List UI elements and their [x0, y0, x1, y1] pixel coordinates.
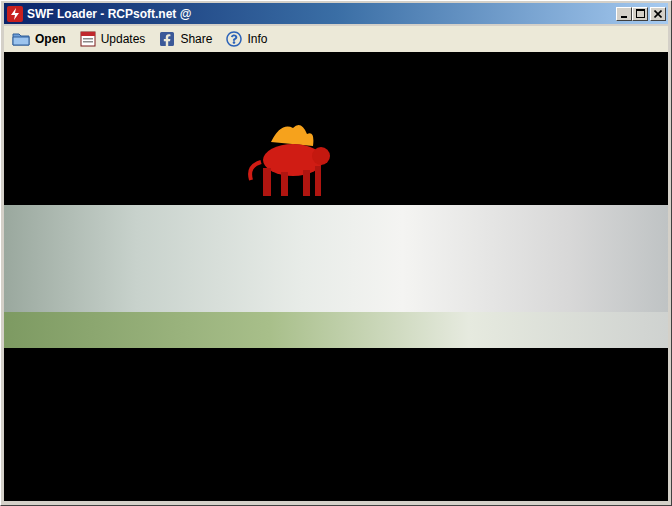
toolbar-button-label: Open: [35, 32, 66, 46]
toolbar: Open Updates Share Info: [4, 26, 668, 52]
facebook-icon: [159, 31, 175, 47]
close-icon: [654, 10, 662, 18]
window-controls: [616, 7, 666, 21]
toolbar-button[interactable]: Updates: [80, 29, 146, 49]
creature-row: [4, 52, 668, 205]
toolbar-button[interactable]: Open: [12, 29, 66, 49]
app-flash-icon: [7, 6, 23, 22]
maximize-icon: [636, 9, 645, 18]
folder-icon: [12, 31, 30, 47]
toolbar-button-label: Share: [180, 32, 212, 46]
toolbar-button[interactable]: Share: [159, 29, 212, 49]
close-button[interactable]: [650, 7, 666, 21]
help-icon: [226, 31, 242, 47]
app-window: SWF Loader - RCPsoft.net @ Open Updates Sha…: [0, 0, 672, 506]
toolbar-button-label: Updates: [101, 32, 146, 46]
updates-icon: [80, 31, 96, 47]
banner-ground: [4, 312, 668, 348]
minimize-icon: [620, 10, 628, 18]
title-bar: SWF Loader - RCPsoft.net @: [4, 3, 668, 24]
toolbar-button-label: Info: [247, 32, 267, 46]
game-banner: [4, 205, 668, 348]
fire-demon-icon: [241, 122, 337, 202]
maximize-button[interactable]: [632, 7, 648, 21]
window-title: SWF Loader - RCPsoft.net @: [27, 7, 612, 21]
minimize-button[interactable]: [616, 7, 632, 21]
flash-game-banner[interactable]: [4, 52, 668, 501]
toolbar-button[interactable]: Info: [226, 29, 267, 49]
